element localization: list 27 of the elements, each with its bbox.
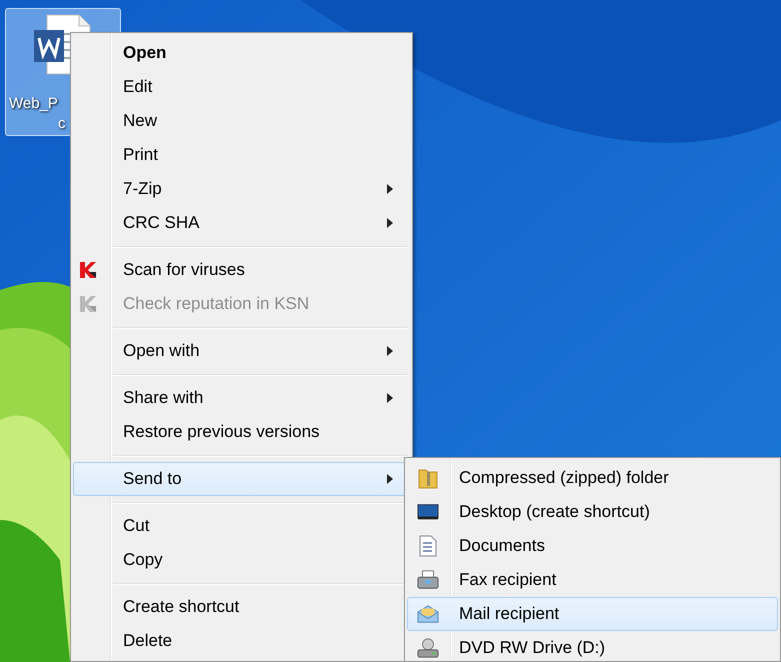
menu-item[interactable]: Compressed (zipped) folder	[407, 461, 778, 495]
submenu-arrow-icon	[387, 393, 393, 403]
menu-item[interactable]: Scan for viruses	[73, 253, 410, 287]
submenu-arrow-icon	[387, 474, 393, 484]
envelope-icon	[417, 603, 439, 625]
desktop-icon-label: Web_P	[9, 95, 58, 112]
menu-item[interactable]: Desktop (create shortcut)	[407, 495, 778, 529]
menu-item[interactable]: Print	[73, 138, 410, 172]
submenu-arrow-icon	[387, 184, 393, 194]
menu-item[interactable]: CRC SHA	[73, 206, 410, 240]
menu-item[interactable]: Fax recipient	[407, 563, 778, 597]
menu-item[interactable]: Open with	[73, 334, 410, 368]
desktop-icon-label: c	[58, 115, 66, 132]
document-icon	[417, 535, 439, 557]
submenu-arrow-icon	[387, 346, 393, 356]
menu-item[interactable]: Mail recipient	[407, 597, 778, 631]
k-shield-icon	[78, 294, 98, 314]
menu-item[interactable]: Share with	[73, 381, 410, 415]
menu-item[interactable]: Documents	[407, 529, 778, 563]
submenu-arrow-icon	[387, 218, 393, 228]
menu-item[interactable]: DVD RW Drive (D:)	[407, 631, 778, 661]
k-shield-icon	[78, 260, 98, 280]
menu-item[interactable]: 7-Zip	[73, 172, 410, 206]
zip-folder-icon	[417, 467, 439, 489]
fax-machine-icon	[417, 569, 439, 591]
disc-drive-icon	[417, 637, 439, 659]
menu-item[interactable]: Restore previous versions	[73, 415, 410, 449]
